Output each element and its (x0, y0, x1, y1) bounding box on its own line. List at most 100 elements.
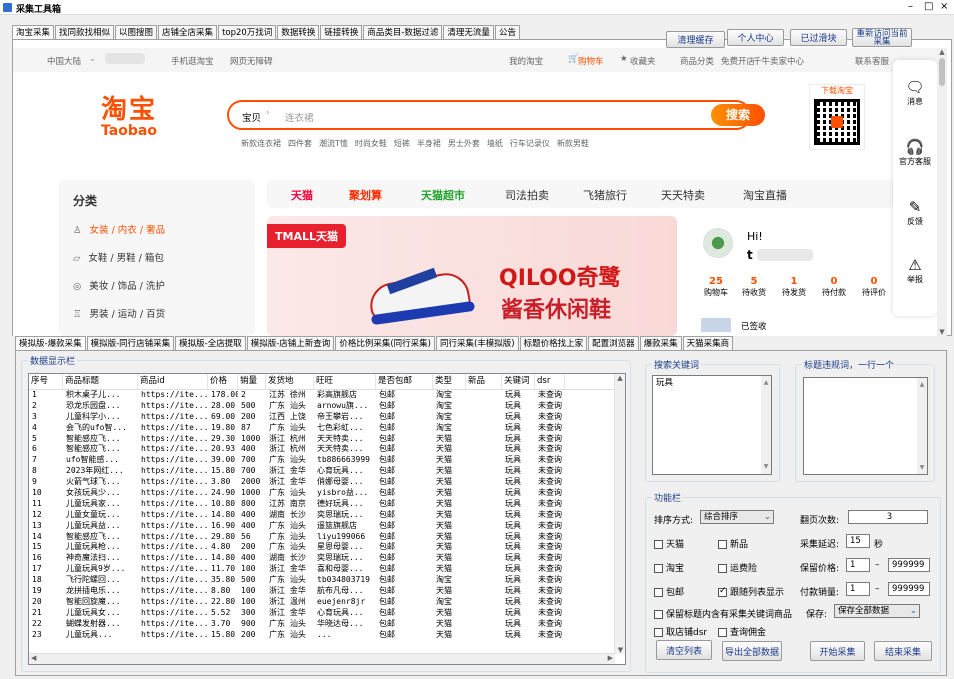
category-link[interactable]: 奢品 (146, 225, 165, 236)
column-header[interactable]: 关键词 (502, 374, 535, 389)
avatar[interactable] (703, 228, 733, 258)
category-link[interactable]: 男装 (90, 309, 109, 320)
table-row[interactable]: 7 ufo智能感... https://ite... 39.00 700 广东 汕头 tb8… (29, 455, 625, 466)
table-row[interactable]: 11 儿童玩具家... https://ite... 10.80 800 江苏 南京 德好玩… (29, 499, 625, 510)
table-row[interactable]: 22 蝴蝶发射器... https://ite... 3.70 900 广东 汕头 华晓达母… (29, 619, 625, 630)
pages-input[interactable]: 3 (848, 510, 928, 524)
table-row[interactable]: 18 飞行陀螺回... https://ite... 35.80 500 广东 汕头 tb0… (29, 575, 625, 586)
scroll-down-icon[interactable]: ▼ (937, 328, 947, 336)
table-row[interactable]: 20 智能回旋魔... https://ite... 22.80 100 浙江 温州 eue… (29, 597, 625, 608)
table-row[interactable]: 3 儿童科学小... https://ite... 69.00 200 江西 上饶 帝王攀岩… (29, 412, 625, 423)
mobile-taobao-link[interactable]: 手机逛淘宝 (171, 55, 214, 67)
cb-keep-title[interactable]: 保留标题内含有采集关键词商品 (654, 607, 792, 620)
stat-cart[interactable]: 25 购物车 (699, 276, 733, 298)
save-select[interactable]: 保存全部数据 ⌄ (834, 604, 920, 618)
checkbox[interactable] (654, 628, 663, 637)
price-max-input[interactable]: 999999 (888, 558, 930, 572)
side-feedback[interactable]: ✎ 反馈 (893, 198, 937, 227)
checkbox[interactable] (654, 540, 663, 549)
table-row[interactable]: 16 神奇魔法扫... https://ite... 14.80 400 湖南 长沙 奕思瑞… (29, 553, 625, 564)
cart-link[interactable]: 购物车 (578, 55, 604, 67)
table-row[interactable]: 13 儿童玩具益... https://ite... 16.90 400 广东 汕头 遥篮旗… (29, 521, 625, 532)
tab-link-convert[interactable]: 链接转换 (320, 25, 363, 39)
nav-tmall-market[interactable]: 天猫超市 (421, 187, 465, 203)
clear-cache-button[interactable]: 清理缓存 (666, 31, 725, 48)
cb-dsr[interactable]: 取店铺dsr (654, 625, 707, 638)
textarea-scrollbar[interactable]: ▲ ▼ (761, 376, 771, 474)
hot-word[interactable]: 短裤 (394, 139, 410, 148)
category-link[interactable]: 内衣 (118, 225, 137, 236)
table-row[interactable]: 15 儿童玩具枪... https://ite... 4.80 200 广东 汕头 星恩母婴… (29, 542, 625, 553)
tab-shop-collect[interactable]: 店铺全店采集 (158, 25, 218, 39)
table-row[interactable]: 4 会飞的ufo智... https://ite... 19.80 87 广东 汕头 七色彩… (29, 423, 625, 434)
side-report[interactable]: ⚠ 举报 (893, 256, 937, 285)
category-link[interactable]: 运动 (118, 309, 137, 320)
hot-word[interactable]: 新款男鞋 (557, 139, 589, 148)
tab-top20w[interactable]: top20万找词 (218, 25, 277, 39)
tab-category-filter[interactable]: 商品类目-数据过滤 (363, 25, 443, 39)
keywords-textarea[interactable]: 玩具 ▲ ▼ (652, 375, 772, 475)
table-row[interactable]: 2 恐龙乐园盘... https://ite... 28.00 500 广东 汕头 arno… (29, 401, 625, 412)
region-select[interactable]: 中国大陆 (47, 55, 81, 67)
sort-select[interactable]: 综合排序 ⌄ (700, 510, 774, 524)
subtab-title-price[interactable]: 标题价格找上家 (519, 336, 588, 350)
column-header[interactable]: 商品标题 (63, 374, 138, 389)
search-scope[interactable]: 宝贝 (242, 110, 261, 124)
start-collect-button[interactable]: 开始采集 (810, 641, 865, 661)
column-header[interactable]: 新品 (466, 374, 502, 389)
tab-image-search[interactable]: 以图搜图 (115, 25, 158, 39)
table-row[interactable]: 21 儿童玩具女... https://ite... 5.52 300 浙江 金华 心育玩具… (29, 608, 625, 619)
clear-list-button[interactable]: 清空列表 (656, 640, 712, 660)
side-message[interactable]: 🗨 消息 (893, 78, 937, 107)
search-button[interactable]: 搜索 (711, 104, 765, 126)
hot-word[interactable]: 墙纸 (487, 139, 503, 148)
close-button[interactable]: × (940, 1, 948, 12)
column-header[interactable]: 销量 (238, 374, 266, 389)
column-header[interactable]: 发货地 (266, 374, 314, 389)
category-link[interactable]: 箱包 (145, 253, 164, 264)
hot-word[interactable]: 行车记录仪 (510, 139, 550, 148)
checkbox[interactable] (718, 586, 727, 597)
nav-live[interactable]: 淘宝直播 (743, 187, 787, 203)
cb-follow[interactable]: 跟随列表显示 (718, 585, 784, 598)
subtab-full-shop[interactable]: 模拟版-全店提取 (175, 336, 246, 350)
table-row[interactable]: 17 儿童玩具9岁... https://ite... 11.70 100 浙江 金华 喜和… (29, 564, 625, 575)
nav-daily-sale[interactable]: 天天特卖 (661, 187, 705, 203)
search-input[interactable]: 连衣裙 (285, 110, 314, 124)
category-link[interactable]: 女装 (90, 225, 109, 236)
cb-commission[interactable]: 查询佣金 (718, 625, 766, 638)
cb-tmall[interactable]: 天猫 (654, 537, 684, 550)
maximize-button[interactable]: □ (924, 1, 933, 12)
subtab-hot2[interactable]: 爆款采集 (639, 336, 682, 350)
pay-max-input[interactable]: 999999 (888, 582, 930, 596)
textarea-scrollbar[interactable]: ▲ ▼ (917, 378, 927, 474)
table-row[interactable]: 9 火箭气球飞... https://ite... 3.80 2000 浙江 金华 俏娜母婴… (29, 477, 625, 488)
column-header[interactable]: 是否包邮 (376, 374, 433, 389)
category-link[interactable]: 商品分类 (680, 55, 714, 67)
category-link[interactable]: 饰品 (118, 281, 137, 292)
cb-new[interactable]: 新品 (718, 537, 748, 550)
stat-to-ship[interactable]: 1 待发货 (777, 276, 811, 298)
stat-to-pay[interactable]: 0 待付款 (817, 276, 851, 298)
data-table[interactable]: 序号 商品标题 商品id 价格 销量 发货地 旺旺 是否包邮 类型 新品 关键词 dsr 1 积木桌子儿… (28, 373, 626, 665)
subtab-new-query[interactable]: 模拟版-店铺上新查询 (246, 336, 335, 350)
nav-juhuasuan[interactable]: 聚划算 (349, 187, 382, 203)
checkbox[interactable] (654, 610, 663, 619)
tab-find-same[interactable]: 找同款找相似 (55, 25, 115, 39)
side-service[interactable]: 🎧 官方客服 (893, 138, 937, 167)
hot-word[interactable]: 男士外套 (448, 139, 480, 148)
column-header[interactable]: 旺旺 (314, 374, 376, 389)
column-header[interactable]: 商品id (138, 374, 208, 389)
table-row[interactable]: 10 女孩玩具少... https://ite... 24.90 1000 广东 汕头 yi… (29, 488, 625, 499)
table-row[interactable]: 12 儿童女童玩... https://ite... 14.80 400 湖南 长沙 奕思瑞… (29, 510, 625, 521)
stat-to-review[interactable]: 0 待评价 (857, 276, 891, 298)
delay-input[interactable]: 15 (846, 534, 870, 548)
subtab-tmall[interactable]: 天猫采集商 (682, 336, 734, 350)
accessibility-link[interactable]: 网页无障碍 (230, 55, 273, 67)
tab-taobao-collect[interactable]: 淘宝采集 (12, 25, 55, 39)
nav-tmall[interactable]: 天猫 (291, 187, 313, 203)
column-header[interactable]: dsr (535, 374, 565, 389)
export-all-button[interactable]: 导出全部数据 (722, 641, 782, 661)
column-header[interactable]: 价格 (208, 374, 238, 389)
tab-data-convert[interactable]: 数据转换 (277, 25, 320, 39)
